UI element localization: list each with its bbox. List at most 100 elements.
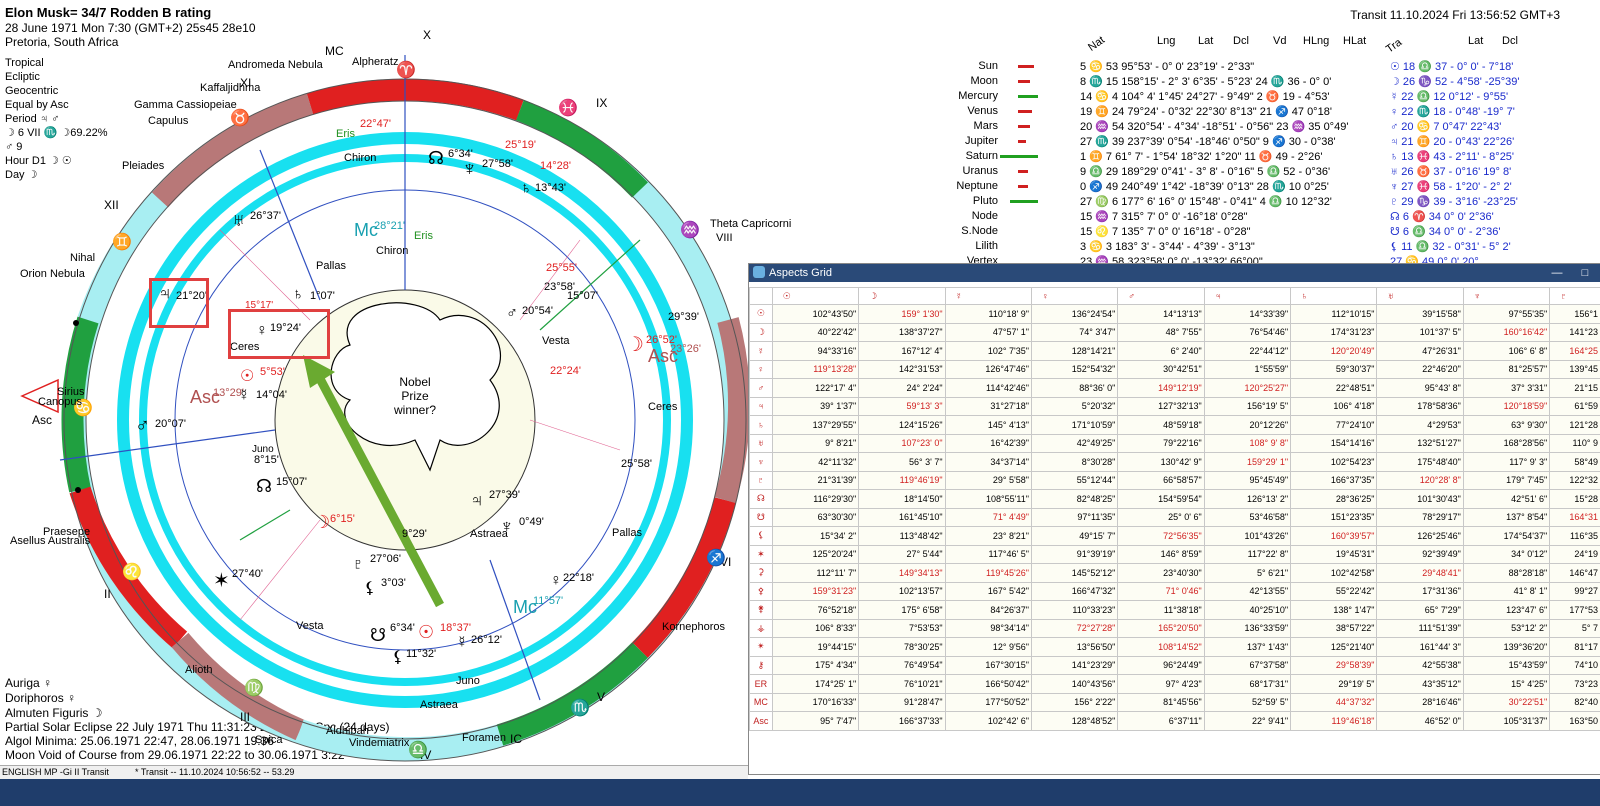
aspect-cell[interactable]: 170°16'33" xyxy=(771,692,860,712)
table-row[interactable]: ⚷ 175° 4'34" 76°49'54" 167°30'15" 141°23'29"… xyxy=(749,655,1600,675)
aspect-cell[interactable]: 88°36' 0" xyxy=(1030,378,1119,398)
aspect-cell[interactable]: 44°37'32" xyxy=(1290,692,1378,712)
aspect-cell[interactable]: 120°28' 8" xyxy=(1376,470,1464,490)
aspect-cell[interactable]: 23° 8'21" xyxy=(944,526,1032,546)
aspect-cell[interactable]: 119°13'28" xyxy=(771,359,860,379)
aspect-cell[interactable]: 15°34' 2" xyxy=(771,526,860,546)
table-row[interactable]: ♆ 42°11'32" 56° 3' 7" 34°37'14" 8°30'28" 130°… xyxy=(749,452,1600,472)
aspect-cell[interactable]: 14°33'39" xyxy=(1203,304,1292,324)
aspect-cell[interactable]: 11°38'18" xyxy=(1117,600,1205,620)
aspect-cell[interactable]: 22° 9'41" xyxy=(1203,711,1292,731)
aspect-cell[interactable]: 171°10'59" xyxy=(1030,415,1119,435)
aspect-cell[interactable]: 47°26'31" xyxy=(1376,341,1464,361)
aspect-cell[interactable]: 175°48'40" xyxy=(1376,452,1464,472)
aspect-cell[interactable]: 78°30'25" xyxy=(858,637,946,657)
aspect-cell[interactable]: 22°44'12" xyxy=(1203,341,1292,361)
aspect-cell[interactable]: 72°56'35" xyxy=(1117,526,1205,546)
aspect-cell[interactable]: 156°1 xyxy=(1549,304,1600,324)
aspect-cell[interactable]: 110° 9 xyxy=(1549,433,1600,453)
aspect-cell[interactable]: 151°23'35" xyxy=(1290,507,1378,527)
aspect-cell[interactable]: 117° 9' 3" xyxy=(1462,452,1551,472)
aspect-cell[interactable]: 74°10 xyxy=(1549,655,1600,675)
aspect-cell[interactable]: 119°46'19" xyxy=(858,470,946,490)
aspect-cell[interactable]: 132°51'27" xyxy=(1376,433,1464,453)
aspect-cell[interactable]: 137° 8'54" xyxy=(1462,507,1551,527)
aspect-cell[interactable]: 81°17 xyxy=(1549,637,1600,657)
transit-tab[interactable]: * Transit -- 11.10.2024 10:56:52 -- 53.2… xyxy=(135,767,294,777)
aspect-cell[interactable]: 67°37'58" xyxy=(1203,655,1292,675)
aspect-cell[interactable]: 102°42' 6" xyxy=(944,711,1032,731)
aspect-cell[interactable]: 152°54'32" xyxy=(1030,359,1119,379)
aspect-cell[interactable]: 42°55'38" xyxy=(1376,655,1464,675)
aspect-cell[interactable]: 159°31'23" xyxy=(771,581,860,601)
aspect-cell[interactable]: 156°19' 5" xyxy=(1203,396,1292,416)
aspect-cell[interactable]: 82°40 xyxy=(1549,692,1600,712)
aspect-cell[interactable]: 76°52'18" xyxy=(771,600,860,620)
aspect-cell[interactable]: 106° 8'33" xyxy=(771,618,860,638)
aspect-cell[interactable]: 122°17' 4" xyxy=(771,378,860,398)
aspect-cell[interactable]: 42°49'25" xyxy=(1030,433,1119,453)
aspect-cell[interactable]: 29°19' 5" xyxy=(1290,674,1378,694)
aspect-cell[interactable]: 174°54'37" xyxy=(1462,526,1551,546)
aspect-cell[interactable]: 164°25 xyxy=(1549,341,1600,361)
aspect-cell[interactable]: 56° 3' 7" xyxy=(858,452,946,472)
aspect-cell[interactable]: 7°53'53" xyxy=(858,618,946,638)
aspect-cell[interactable]: 164°31 xyxy=(1549,507,1600,527)
aspect-cell[interactable]: 29° 5'58" xyxy=(944,470,1032,490)
aspect-cell[interactable]: 166°47'32" xyxy=(1030,581,1119,601)
table-row[interactable]: ⚸ 15°34' 2" 113°48'42" 23° 8'21" 49°15' 7" 72… xyxy=(749,526,1600,546)
aspect-cell[interactable]: 149°34'13" xyxy=(858,563,946,583)
aspect-cell[interactable]: 55°22'42" xyxy=(1290,581,1378,601)
aspect-cell[interactable]: 174°25' 1" xyxy=(771,674,860,694)
column-header[interactable]: ♆ xyxy=(1462,287,1551,305)
aspect-cell[interactable]: 139°36'20" xyxy=(1462,637,1551,657)
aspect-cell[interactable]: 137° 1'43" xyxy=(1203,637,1292,657)
aspect-cell[interactable]: 167°12' 4" xyxy=(858,341,946,361)
aspect-cell[interactable]: 174°31'23" xyxy=(1290,322,1378,342)
aspect-cell[interactable]: 1°55'59" xyxy=(1203,359,1292,379)
aspect-cell[interactable]: 4°29'53" xyxy=(1376,415,1464,435)
aspect-cell[interactable]: 61°59 xyxy=(1549,396,1600,416)
aspect-cell[interactable]: 58°49 xyxy=(1549,452,1600,472)
aspect-cell[interactable]: 120°25'27" xyxy=(1203,378,1292,398)
aspects-grid-window[interactable]: Aspects Grid — □ ☉ ☽ ☿ ♀ ♂ ♃ ♄ ♅ ♆ ♇ ☉ 102°43'50" 15… xyxy=(748,263,1600,775)
aspect-cell[interactable]: 31°27'18" xyxy=(944,396,1032,416)
aspect-cell[interactable]: 101°43'26" xyxy=(1203,526,1292,546)
aspect-cell[interactable]: 125°20'24" xyxy=(771,544,860,564)
aspect-cell[interactable]: 126°25'46" xyxy=(1376,526,1464,546)
aspect-cell[interactable]: 94°33'16" xyxy=(771,341,860,361)
aspect-cell[interactable]: 28°36'25" xyxy=(1290,489,1378,509)
table-row[interactable]: MC 170°16'33" 91°28'47" 177°50'52" 156° 2'22… xyxy=(749,692,1600,712)
aspect-cell[interactable]: 71° 0'46" xyxy=(1117,581,1205,601)
table-row[interactable]: ♂ 122°17' 4" 24° 2'24" 114°42'46" 88°36' 0" 1… xyxy=(749,378,1600,398)
aspect-cell[interactable]: 141°23 xyxy=(1549,322,1600,342)
aspect-cell[interactable]: 108° 9' 8" xyxy=(1203,433,1292,453)
aspect-cell[interactable]: 101°37' 5" xyxy=(1376,322,1464,342)
aspect-cell[interactable]: 55°12'44" xyxy=(1030,470,1119,490)
aspect-cell[interactable]: 39°15'58" xyxy=(1376,304,1464,324)
window-titlebar[interactable]: Aspects Grid — □ xyxy=(749,264,1600,282)
aspect-cell[interactable]: 99°27 xyxy=(1549,581,1600,601)
aspect-cell[interactable]: 120°20'49" xyxy=(1290,341,1378,361)
aspect-cell[interactable]: 21°15 xyxy=(1549,378,1600,398)
aspect-cell[interactable]: 166°37'35" xyxy=(1290,470,1378,490)
aspect-cell[interactable]: 160°39'57" xyxy=(1290,526,1378,546)
aspect-cell[interactable]: 76°49'54" xyxy=(858,655,946,675)
table-row[interactable]: Asc 95° 7'47" 166°37'33" 102°42' 6" 128°48'5… xyxy=(749,711,1600,731)
aspect-cell[interactable]: 20°12'26" xyxy=(1203,415,1292,435)
aspect-cell[interactable]: 65° 7'29" xyxy=(1376,600,1464,620)
aspect-cell[interactable]: 160°16'42" xyxy=(1462,322,1551,342)
aspect-cell[interactable]: 161°44' 3" xyxy=(1376,637,1464,657)
aspect-cell[interactable]: 114°42'46" xyxy=(944,378,1032,398)
aspect-cell[interactable]: 14°13'13" xyxy=(1117,304,1205,324)
aspect-cell[interactable]: 25° 0' 6" xyxy=(1117,507,1205,527)
aspect-cell[interactable]: 107°23' 0" xyxy=(858,433,946,453)
aspect-cell[interactable]: 52°59' 5" xyxy=(1203,692,1292,712)
aspect-cell[interactable]: 48°59'18" xyxy=(1117,415,1205,435)
aspect-cell[interactable]: 6°37'11" xyxy=(1117,711,1205,731)
aspect-cell[interactable]: 110°33'23" xyxy=(1030,600,1119,620)
aspect-cell[interactable]: 88°28'18" xyxy=(1462,563,1551,583)
aspect-cell[interactable]: 119°46'18" xyxy=(1290,711,1378,731)
aspect-cell[interactable]: 23°40'30" xyxy=(1117,563,1205,583)
column-header[interactable]: ♃ xyxy=(1203,287,1292,305)
